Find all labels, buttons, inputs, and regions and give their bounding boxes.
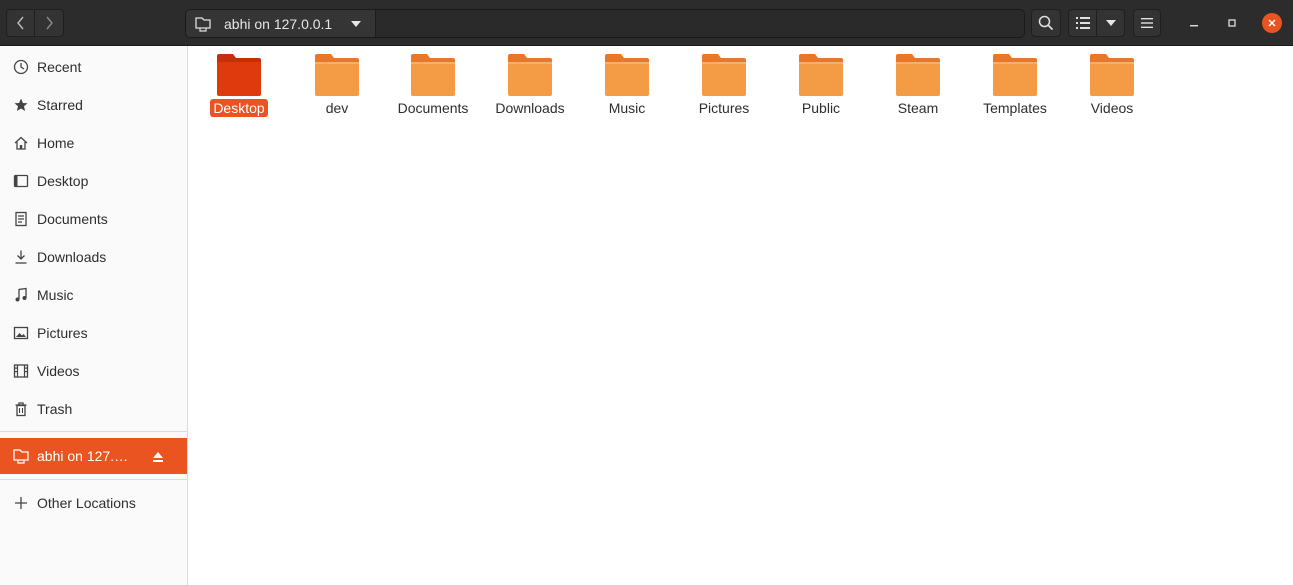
plus-icon	[12, 494, 30, 512]
sidebar: Recent Starred Home Desktop Documents Do…	[0, 46, 188, 585]
view-options-button[interactable]	[1097, 9, 1125, 37]
location-label: abhi on 127.0.0.1	[224, 15, 333, 32]
folder-icon	[411, 54, 455, 96]
sidebar-item-trash[interactable]: Trash	[0, 390, 187, 428]
minimize-button[interactable]	[1184, 13, 1204, 33]
chevron-left-icon	[16, 16, 24, 30]
download-icon	[12, 248, 30, 266]
view-controls	[1068, 9, 1125, 37]
sidebar-item-videos[interactable]: Videos	[0, 352, 187, 390]
folder-icon	[217, 54, 261, 96]
chevron-down-icon	[351, 20, 362, 27]
folder-icon	[799, 54, 843, 96]
sidebar-item-label: Recent	[37, 59, 82, 75]
folder-item-steam[interactable]: Steam	[873, 52, 963, 122]
chevron-right-icon	[46, 16, 53, 30]
navigation-buttons	[6, 9, 64, 37]
home-icon	[12, 134, 30, 152]
chevron-down-icon	[1105, 20, 1116, 26]
desktop-icon	[12, 172, 30, 190]
folder-item-templates[interactable]: Templates	[970, 52, 1060, 122]
header-bar: abhi on 127.0.0.1	[0, 0, 1293, 46]
location-button[interactable]: abhi on 127.0.0.1	[186, 10, 376, 37]
folder-label: Templates	[983, 100, 1047, 116]
sidebar-separator	[0, 431, 187, 432]
sidebar-item-starred[interactable]: Starred	[0, 86, 187, 124]
folder-item-desktop[interactable]: Desktop	[194, 52, 284, 122]
sidebar-item-recent[interactable]: Recent	[0, 48, 187, 86]
forward-button[interactable]	[35, 9, 64, 37]
network-drive-icon	[195, 16, 211, 32]
search-icon	[1038, 15, 1054, 31]
folder-label: Pictures	[698, 100, 750, 116]
folder-label: Downloads	[495, 100, 565, 116]
maximize-icon	[1228, 19, 1236, 27]
back-button[interactable]	[6, 9, 35, 37]
file-grid: Desktop dev Documents Downloads Music Pi…	[188, 46, 1293, 585]
sidebar-item-documents[interactable]: Documents	[0, 200, 187, 238]
sidebar-item-music[interactable]: Music	[0, 276, 187, 314]
network-drive-icon	[12, 447, 30, 465]
hamburger-menu-icon	[1141, 18, 1153, 28]
clock-icon	[12, 58, 30, 76]
folder-label: Documents	[397, 100, 469, 116]
folder-icon	[605, 54, 649, 96]
sidebar-item-label: Videos	[37, 363, 80, 379]
picture-icon	[12, 324, 30, 342]
sidebar-item-desktop[interactable]: Desktop	[0, 162, 187, 200]
close-button[interactable]	[1262, 13, 1282, 33]
folder-icon	[315, 54, 359, 96]
folder-item-videos[interactable]: Videos	[1067, 52, 1157, 122]
sidebar-item-label: Home	[37, 135, 75, 151]
sidebar-item-other-locations[interactable]: Other Locations	[0, 484, 187, 522]
sidebar-item-label: Trash	[37, 401, 73, 417]
music-icon	[12, 286, 30, 304]
sidebar-item-downloads[interactable]: Downloads	[0, 238, 187, 276]
folder-icon	[993, 54, 1037, 96]
sidebar-item-label: Downloads	[37, 249, 107, 265]
eject-icon[interactable]	[152, 450, 164, 466]
video-icon	[12, 362, 30, 380]
search-button[interactable]	[1031, 9, 1061, 37]
sidebar-item-label: Desktop	[37, 173, 89, 189]
folder-label: Steam	[897, 100, 939, 116]
list-view-icon	[1075, 17, 1090, 29]
folder-item-downloads[interactable]: Downloads	[485, 52, 575, 122]
list-view-button[interactable]	[1068, 9, 1097, 37]
document-icon	[12, 210, 30, 228]
sidebar-separator	[0, 479, 187, 480]
sidebar-item-label: Starred	[37, 97, 83, 113]
folder-item-pictures[interactable]: Pictures	[679, 52, 769, 122]
folder-label: Public	[801, 100, 841, 116]
folder-label: dev	[325, 100, 349, 116]
path-bar: abhi on 127.0.0.1	[185, 9, 1025, 38]
close-icon	[1268, 19, 1276, 27]
sidebar-item-pictures[interactable]: Pictures	[0, 314, 187, 352]
maximize-button[interactable]	[1222, 13, 1242, 33]
sidebar-item-network-mount[interactable]: abhi on 127.…	[0, 438, 187, 474]
folder-item-dev[interactable]: dev	[292, 52, 382, 122]
folder-label: Videos	[1090, 100, 1134, 116]
trash-icon	[12, 400, 30, 418]
sidebar-item-label: abhi on 127.…	[37, 448, 129, 464]
sidebar-item-label: Pictures	[37, 325, 88, 341]
sidebar-item-label: Documents	[37, 211, 108, 227]
folder-icon	[896, 54, 940, 96]
folder-item-music[interactable]: Music	[582, 52, 672, 122]
folder-label: Music	[608, 100, 646, 116]
star-icon	[12, 96, 30, 114]
folder-icon	[702, 54, 746, 96]
minimize-icon	[1190, 25, 1198, 27]
folder-label: Desktop	[210, 99, 268, 117]
folder-icon	[1090, 54, 1134, 96]
main-menu-button[interactable]	[1133, 9, 1161, 37]
sidebar-item-label: Other Locations	[37, 495, 136, 511]
folder-item-public[interactable]: Public	[776, 52, 866, 122]
sidebar-item-home[interactable]: Home	[0, 124, 187, 162]
sidebar-item-label: Music	[37, 287, 74, 303]
folder-icon	[508, 54, 552, 96]
folder-item-documents[interactable]: Documents	[388, 52, 478, 122]
